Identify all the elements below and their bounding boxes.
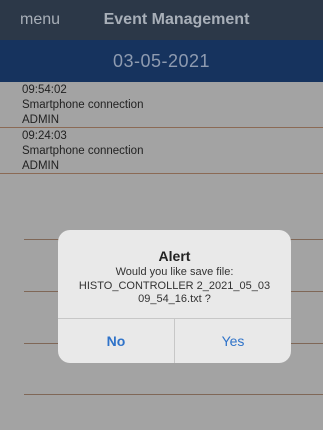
modal-overlay: Alert Would you like save file: HISTO_CO… xyxy=(0,0,323,430)
alert-buttons: No Yes xyxy=(58,318,291,363)
no-button[interactable]: No xyxy=(58,319,175,363)
yes-button[interactable]: Yes xyxy=(175,319,291,363)
alert-dialog: Alert Would you like save file: HISTO_CO… xyxy=(58,230,291,363)
alert-title: Alert xyxy=(158,248,191,264)
alert-message: Would you like save file: HISTO_CONTROLL… xyxy=(78,266,271,305)
